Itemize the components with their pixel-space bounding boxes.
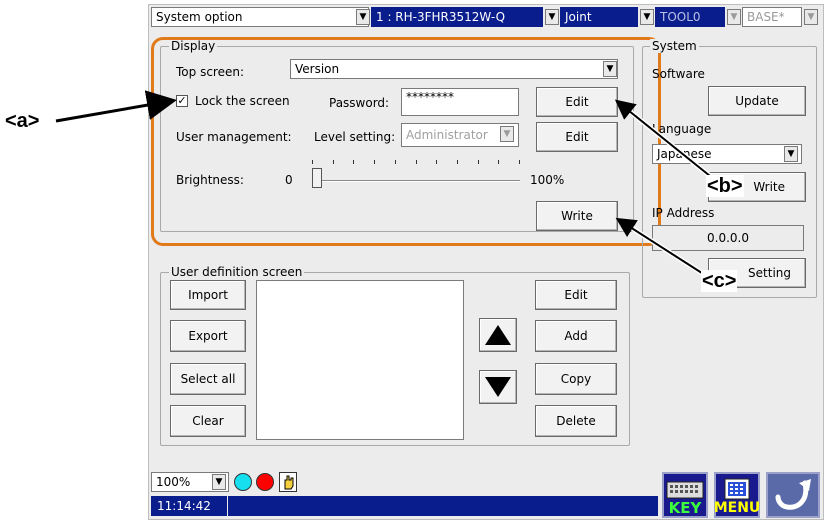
callout-c-label: <c> [701, 270, 738, 292]
callout-b-arrow [614, 99, 711, 177]
callout-arrows [55, 90, 712, 278]
callout-c-arrow [615, 217, 706, 276]
callout-a-arrow [55, 90, 177, 123]
callout-a-label: <a> [4, 110, 41, 132]
callout-b-label: <b> [706, 175, 744, 197]
